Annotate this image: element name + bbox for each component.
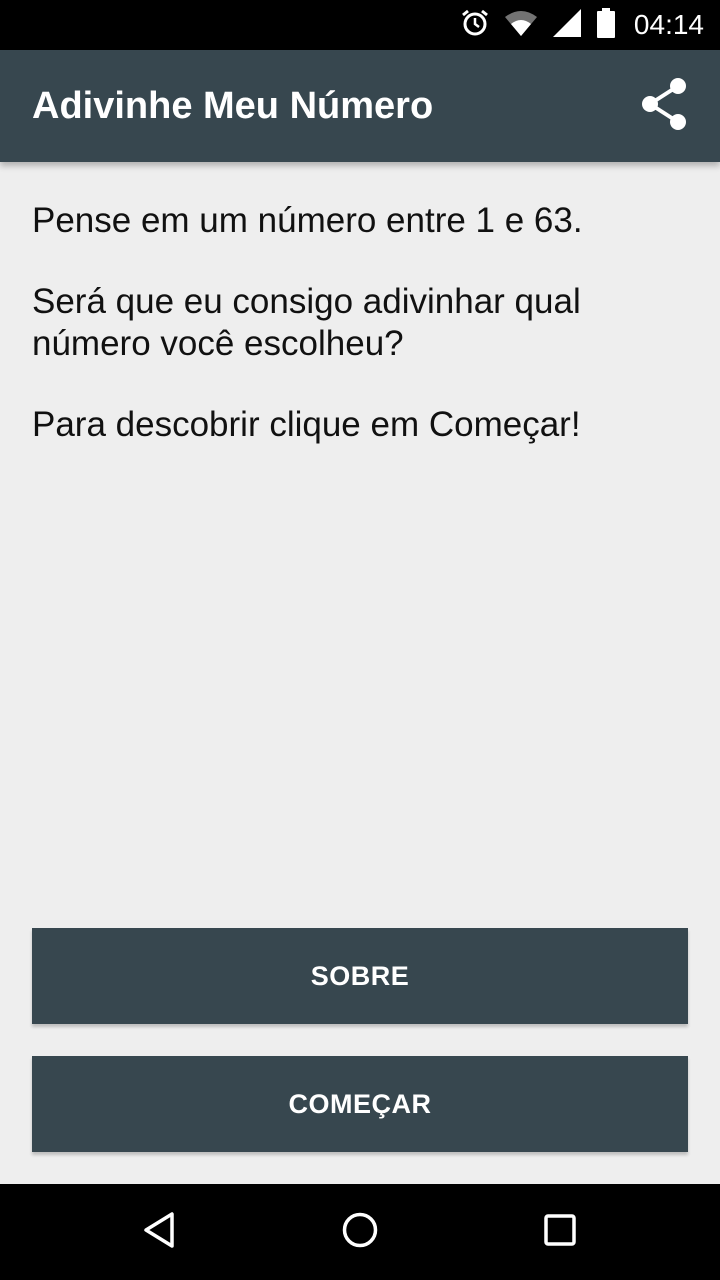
wifi-icon: [504, 9, 538, 42]
instruction-text: Pense em um número entre 1 e 63.: [32, 201, 583, 240]
signal-icon: [552, 8, 582, 43]
recents-button[interactable]: [530, 1202, 590, 1262]
about-button[interactable]: SOBRE: [32, 928, 688, 1024]
status-icons: 04:14: [460, 0, 704, 50]
back-button[interactable]: [130, 1202, 190, 1262]
status-time: 04:14: [633, 9, 704, 40]
app-bar: Adivinhe Meu Número: [0, 50, 720, 162]
share-icon: [638, 76, 690, 137]
status-bar: 04:14: [0, 0, 720, 50]
app-title: Adivinhe Meu Número: [32, 85, 434, 127]
navigation-bar: [0, 1184, 720, 1280]
start-hint-text: Para descobrir clique em Começar!: [32, 405, 581, 444]
share-button[interactable]: [628, 70, 700, 142]
battery-icon: [596, 7, 616, 43]
home-button[interactable]: [330, 1202, 390, 1262]
back-icon: [140, 1210, 180, 1255]
recents-icon: [540, 1210, 580, 1255]
home-icon: [340, 1210, 380, 1255]
start-button[interactable]: COMEÇAR: [32, 1056, 688, 1152]
question-text: Será que eu consigo adivinhar qual númer…: [32, 282, 581, 363]
alarm-icon: [460, 8, 490, 43]
